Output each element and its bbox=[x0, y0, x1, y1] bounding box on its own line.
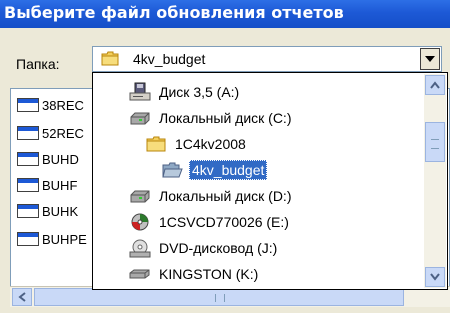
file-list-item[interactable]: BUHF bbox=[17, 175, 77, 195]
folder-label: Папка: bbox=[16, 56, 60, 72]
hard-drive-icon bbox=[129, 108, 151, 128]
floppy-drive-icon bbox=[129, 82, 151, 102]
dropdown-item-drive-k[interactable]: KINGSTON (K:) bbox=[129, 263, 260, 285]
window-title: Выберите файл обновления отчетов bbox=[4, 3, 344, 22]
file-list-item[interactable]: BUHD bbox=[17, 149, 79, 169]
dropdown-item-folder-1c4kv2008[interactable]: 1C4kv2008 bbox=[145, 133, 248, 155]
dropdown-item-label: Локальный диск (C:) bbox=[159, 110, 292, 126]
dropdown-item-label: 1CSVCD770026 (E:) bbox=[159, 214, 289, 230]
dropdown-item-label: 1C4kv2008 bbox=[175, 136, 246, 152]
folder-combobox[interactable]: 4kv_budget bbox=[92, 46, 442, 72]
file-name: BUHPE bbox=[42, 231, 87, 247]
folder-icon bbox=[101, 51, 119, 66]
dropdown-item-label: Локальный диск (D:) bbox=[159, 188, 292, 204]
title-bar[interactable]: Выберите файл обновления отчетов bbox=[0, 0, 450, 28]
hard-drive-icon bbox=[129, 186, 151, 206]
file-name: BUHD bbox=[42, 151, 79, 167]
dropdown-item-label: KINGSTON (K:) bbox=[159, 266, 259, 282]
file-list-item[interactable]: BUHPE bbox=[17, 229, 87, 249]
cd-drive-icon bbox=[129, 212, 151, 232]
dropdown-item-label: DVD-дисковод (J:) bbox=[159, 240, 278, 256]
dropdown-item-drive-c[interactable]: Локальный диск (C:) bbox=[129, 107, 294, 129]
file-icon bbox=[17, 232, 39, 246]
dropdown-item-drive-a[interactable]: Диск 3,5 (A:) bbox=[129, 81, 241, 103]
file-name: 52REC bbox=[42, 125, 84, 141]
file-list-item[interactable]: 52REC bbox=[17, 123, 84, 143]
dropdown-item-folder-4kv-budget[interactable]: 4kv_budget bbox=[161, 159, 268, 181]
scroll-grip-icon bbox=[431, 139, 439, 149]
folder-dropdown-list[interactable]: Диск 3,5 (A:) Локальный диск (C:) 1C4kv2… bbox=[92, 72, 448, 290]
file-name: 38REC bbox=[42, 97, 84, 113]
folder-icon bbox=[145, 134, 167, 154]
chevron-left-icon bbox=[18, 292, 26, 302]
file-icon bbox=[17, 178, 39, 192]
vertical-scrollbar[interactable] bbox=[424, 74, 446, 288]
file-list-item[interactable]: 38REC bbox=[17, 95, 84, 115]
scroll-grip-icon bbox=[215, 294, 225, 302]
scroll-thumb[interactable] bbox=[34, 288, 404, 306]
folder-combobox-value: 4kv_budget bbox=[133, 51, 206, 67]
folder-open-icon bbox=[161, 160, 183, 180]
file-icon bbox=[17, 126, 39, 140]
scroll-down-button[interactable] bbox=[425, 267, 445, 287]
dropdown-item-drive-e[interactable]: 1CSVCD770026 (E:) bbox=[129, 211, 291, 233]
dropdown-item-label-selected: 4kv_budget bbox=[189, 160, 268, 180]
dropdown-item-drive-j[interactable]: DVD-дисковод (J:) bbox=[129, 237, 279, 259]
file-icon bbox=[17, 98, 39, 112]
dropdown-item-drive-d[interactable]: Локальный диск (D:) bbox=[129, 185, 294, 207]
combobox-dropdown-button[interactable] bbox=[420, 48, 440, 70]
scroll-up-button[interactable] bbox=[425, 75, 445, 95]
chevron-down-icon bbox=[430, 273, 440, 281]
file-icon bbox=[17, 152, 39, 166]
chevron-down-icon bbox=[425, 56, 435, 62]
scroll-left-button[interactable] bbox=[12, 288, 32, 306]
scroll-thumb[interactable] bbox=[425, 122, 445, 162]
chevron-up-icon bbox=[430, 81, 440, 89]
file-list-item[interactable]: BUHK bbox=[17, 201, 78, 221]
removable-drive-icon bbox=[129, 264, 151, 284]
file-icon bbox=[17, 204, 39, 218]
dvd-drive-icon bbox=[129, 238, 151, 258]
dropdown-item-label: Диск 3,5 (A:) bbox=[159, 84, 240, 100]
file-name: BUHF bbox=[42, 177, 78, 193]
file-name: BUHK bbox=[42, 203, 79, 219]
